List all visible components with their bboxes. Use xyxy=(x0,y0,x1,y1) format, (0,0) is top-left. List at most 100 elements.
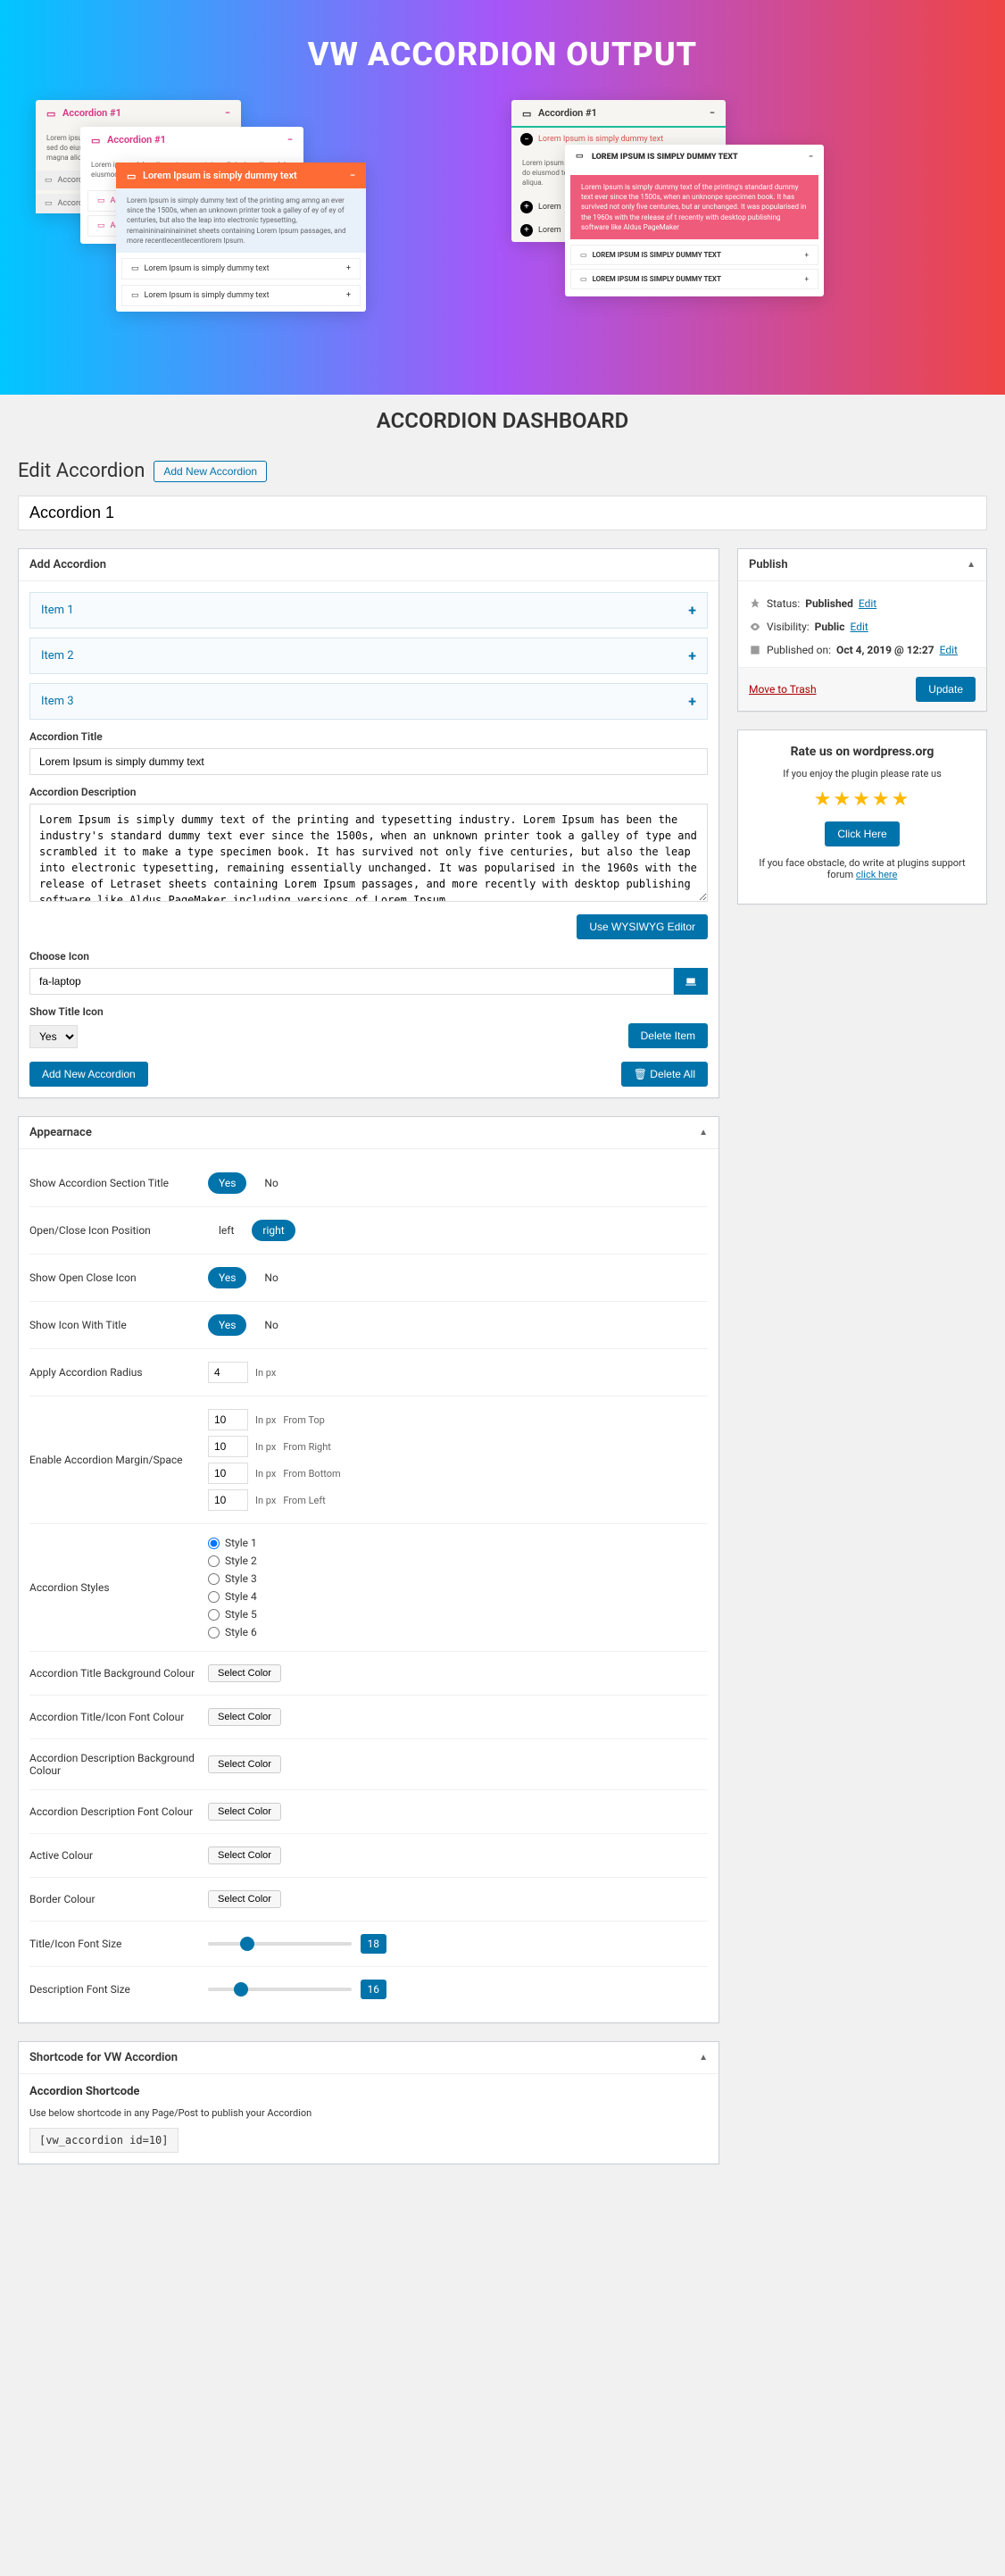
trash-icon: 🗑 xyxy=(634,1068,647,1080)
accordion-item[interactable]: Item 3+ xyxy=(29,683,708,720)
style-radio[interactable]: Style 6 xyxy=(208,1626,257,1638)
move-to-trash-link[interactable]: Move to Trash xyxy=(749,683,817,696)
margin-right-input[interactable] xyxy=(208,1436,248,1457)
caret-up-icon[interactable]: ▲ xyxy=(967,560,976,570)
plus-icon: + xyxy=(688,602,696,619)
delete-item-button[interactable]: Delete Item xyxy=(628,1023,708,1048)
style-radio[interactable]: Style 3 xyxy=(208,1572,257,1585)
select-color-button[interactable]: Select Color xyxy=(208,1664,281,1682)
accordion-item[interactable]: Item 2+ xyxy=(29,638,708,674)
toggle-yes[interactable]: Yes xyxy=(208,1314,246,1336)
page-heading: Edit Accordion xyxy=(18,460,145,482)
shortcode-hint: Use below shortcode in any Page/Post to … xyxy=(29,2107,708,2119)
opt-label: Apply Accordion Radius xyxy=(29,1366,208,1379)
appearance-heading: Appearnace xyxy=(29,1126,92,1139)
style-radio[interactable]: Style 1 xyxy=(208,1537,257,1549)
minus-icon: − xyxy=(809,153,813,162)
shortcode-sub: Accordion Shortcode xyxy=(29,2085,708,2098)
margin-bottom-input[interactable] xyxy=(208,1463,248,1484)
preview-row: ▭Accordion #1− Lorem ipsum dolor sit ame… xyxy=(27,100,978,350)
plus-icon: + xyxy=(346,291,351,300)
dashboard-title: ACCORDION DASHBOARD xyxy=(0,395,1005,446)
style-radio[interactable]: Style 4 xyxy=(208,1590,257,1603)
accordion-desc-label: Accordion Description xyxy=(29,786,708,798)
publish-box: Publish▲ Status: Published Edit Visibili… xyxy=(737,548,987,712)
radius-input[interactable] xyxy=(208,1362,248,1383)
update-button[interactable]: Update xyxy=(916,677,976,702)
shortcode-heading: Shortcode for VW Accordion xyxy=(29,2051,178,2064)
show-title-icon-label: Show Title Icon xyxy=(29,1005,708,1018)
opt-label: Accordion Title Background Colour xyxy=(29,1667,208,1680)
style-radio[interactable]: Style 2 xyxy=(208,1555,257,1567)
opt-label: Show Icon With Title xyxy=(29,1319,208,1331)
minus-icon: − xyxy=(225,107,230,119)
select-color-button[interactable]: Select Color xyxy=(208,1803,281,1821)
toggle-left[interactable]: left xyxy=(208,1220,245,1241)
delete-all-button[interactable]: 🗑 Delete All xyxy=(621,1062,708,1087)
accordion-title-input[interactable] xyxy=(29,748,708,775)
select-color-button[interactable]: Select Color xyxy=(208,1890,281,1908)
toggle-no[interactable]: No xyxy=(253,1267,288,1288)
title-size-slider[interactable] xyxy=(208,1942,352,1946)
show-title-icon-select[interactable]: Yes xyxy=(29,1025,78,1048)
toggle-yes[interactable]: Yes xyxy=(208,1267,246,1288)
toggle-no[interactable]: No xyxy=(253,1314,288,1336)
accordion-desc-textarea[interactable]: Lorem Ipsum is simply dummy text of the … xyxy=(29,804,708,902)
toggle-right[interactable]: right xyxy=(252,1220,295,1241)
wysiwyg-button[interactable]: Use WYSIWYG Editor xyxy=(577,914,708,939)
title-size-value: 18 xyxy=(361,1934,387,1954)
appearance-box: Appearnace ▲ Show Accordion Section Title… xyxy=(18,1116,719,2023)
opt-label: Active Colour xyxy=(29,1849,208,1862)
star-rating: ★★★★★ xyxy=(752,788,972,811)
laptop-icon: ▭ xyxy=(522,108,533,119)
caret-up-icon[interactable]: ▲ xyxy=(699,2053,708,2063)
rate-click-button[interactable]: Click Here xyxy=(825,821,899,846)
preview-card: ▭LOREM IPSUM IS SIMPLY DUMMY TEXT− Lorem… xyxy=(565,145,824,296)
plus-icon: + xyxy=(688,693,696,710)
opt-label: Accordion Description Font Colour xyxy=(29,1805,208,1818)
rate-box: Rate us on wordpress.org If you enjoy th… xyxy=(737,729,987,905)
minus-icon: − xyxy=(287,134,293,146)
select-color-button[interactable]: Select Color xyxy=(208,1847,281,1864)
accordion-item[interactable]: Item 1+ xyxy=(29,592,708,629)
desc-size-slider[interactable] xyxy=(208,1988,352,1991)
add-accordion-heading: Add Accordion xyxy=(29,558,106,571)
edit-status-link[interactable]: Edit xyxy=(859,597,876,610)
opt-label: Open/Close Icon Position xyxy=(29,1224,208,1237)
style-radio[interactable]: Style 5 xyxy=(208,1608,257,1621)
minus-icon: − xyxy=(350,170,355,181)
icon-picker-button[interactable] xyxy=(674,968,708,995)
plus-icon: + xyxy=(804,251,809,259)
rate-heading: Rate us on wordpress.org xyxy=(752,745,972,759)
choose-icon-input[interactable] xyxy=(29,968,674,995)
rate-obstacle: If you face obstacle, do write at plugin… xyxy=(752,857,972,880)
opt-label: Accordion Styles xyxy=(29,1581,208,1594)
add-new-accordion-button[interactable]: Add New Accordion xyxy=(154,461,267,482)
select-color-button[interactable]: Select Color xyxy=(208,1755,281,1773)
opt-label: Description Font Size xyxy=(29,1983,208,1996)
support-link[interactable]: click here xyxy=(856,869,898,880)
pin-icon xyxy=(749,597,761,610)
toggle-yes[interactable]: Yes xyxy=(208,1172,246,1194)
accordion-title-label: Accordion Title xyxy=(29,730,708,743)
toggle-no[interactable]: No xyxy=(253,1172,288,1194)
plus-icon: + xyxy=(346,264,351,273)
margin-top-input[interactable] xyxy=(208,1409,248,1430)
select-color-button[interactable]: Select Color xyxy=(208,1708,281,1726)
opt-label: Show Accordion Section Title xyxy=(29,1177,208,1189)
shortcode-box: Shortcode for VW Accordion ▲ Accordion Sh… xyxy=(18,2041,719,2164)
opt-label: Accordion Title/Icon Font Colour xyxy=(29,1711,208,1723)
shortcode-code[interactable]: [vw_accordion id=10] xyxy=(29,2128,179,2153)
laptop-icon: ▭ xyxy=(576,152,586,163)
plus-circle-icon: + xyxy=(520,224,533,237)
edit-visibility-link[interactable]: Edit xyxy=(850,621,868,633)
post-title-input[interactable] xyxy=(18,496,987,530)
opt-label: Enable Accordion Margin/Space xyxy=(29,1454,208,1466)
hero-title: VW ACCORDION OUTPUT xyxy=(27,36,978,73)
margin-left-input[interactable] xyxy=(208,1489,248,1511)
edit-date-link[interactable]: Edit xyxy=(940,644,958,656)
laptop-icon: ▭ xyxy=(91,135,102,146)
caret-up-icon[interactable]: ▲ xyxy=(699,1128,708,1138)
eye-icon xyxy=(749,621,761,633)
add-new-accordion-item-button[interactable]: Add New Accordion xyxy=(29,1062,148,1087)
